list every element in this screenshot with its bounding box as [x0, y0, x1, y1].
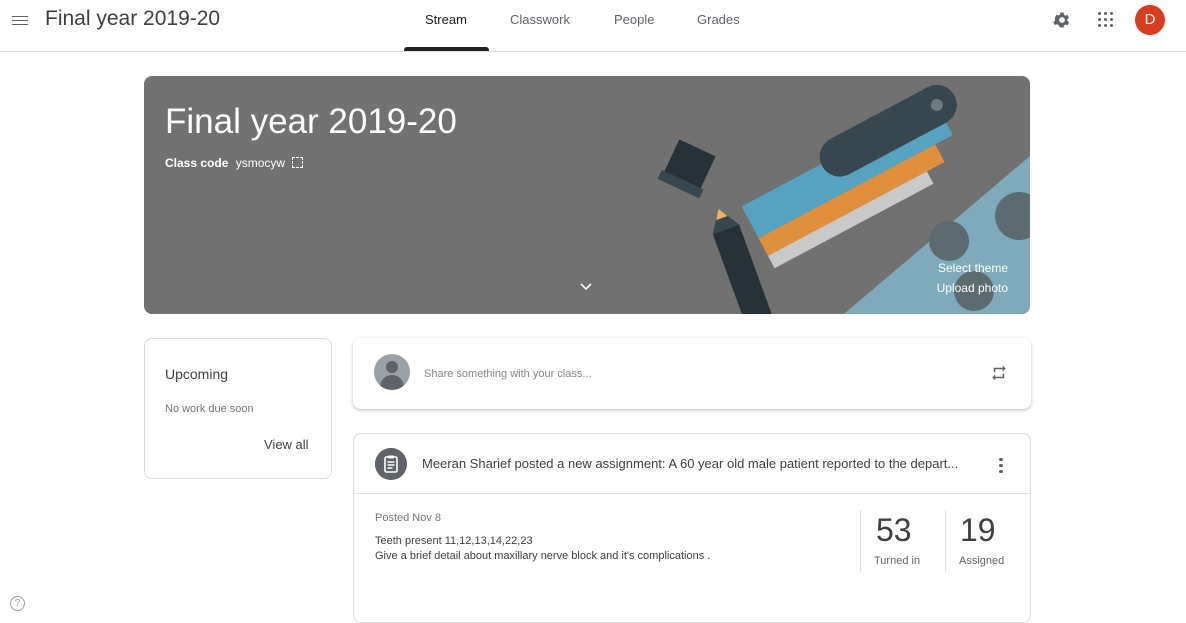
tab-people[interactable]: People [614, 12, 654, 27]
class-code-value: ysmocyw [235, 156, 286, 170]
view-all-link[interactable]: View all [264, 437, 309, 452]
turned-in-label: Turned in [874, 555, 921, 567]
tab-stream[interactable]: Stream [425, 12, 467, 27]
tab-classwork[interactable]: Classwork [510, 12, 570, 27]
gear-icon[interactable] [1052, 10, 1072, 30]
post-header[interactable]: Meeran Sharief posted a new assignment: … [354, 434, 1030, 494]
help-icon[interactable]: ? [10, 596, 25, 611]
turned-in-count[interactable]: 53 [876, 512, 912, 549]
class-code: Class code ysmocyw [165, 156, 304, 170]
chevron-down-icon[interactable] [580, 281, 592, 293]
banner-title: Final year 2019-20 [165, 102, 457, 141]
assignment-post[interactable]: Meeran Sharief posted a new assignment: … [353, 433, 1031, 623]
post-description-line: Give a brief detail about maxillary nerv… [375, 550, 711, 562]
assignment-icon [375, 448, 407, 480]
share-input[interactable]: Share something with your class... [424, 368, 592, 380]
class-banner: Final year 2019-20 Class code ysmocyw Se… [144, 76, 1030, 314]
fullscreen-icon[interactable] [292, 157, 304, 168]
share-box[interactable]: Share something with your class... [353, 338, 1031, 409]
upcoming-title: Upcoming [165, 366, 229, 382]
top-bar: Final year 2019-20 Stream Classwork Peop… [0, 0, 1186, 52]
menu-icon[interactable] [12, 13, 28, 27]
class-title[interactable]: Final year 2019-20 [45, 7, 220, 31]
more-options-icon[interactable] [999, 456, 1005, 474]
select-theme-link[interactable]: Select theme [938, 261, 1008, 275]
apps-grid-icon[interactable] [1098, 12, 1114, 28]
upcoming-card: Upcoming No work due soon View all [144, 338, 332, 479]
account-avatar[interactable]: D [1135, 5, 1165, 35]
tab-grades[interactable]: Grades [697, 12, 740, 27]
banner-illustration [657, 84, 1030, 314]
class-code-label: Class code [165, 156, 229, 170]
stat-divider [860, 510, 861, 572]
upload-photo-link[interactable]: Upload photo [937, 281, 1008, 295]
stat-divider [945, 510, 946, 572]
repost-icon[interactable] [990, 364, 1008, 382]
post-description-line: Teeth present 11,12,13,14,22,23 [375, 535, 533, 547]
user-avatar-icon [374, 354, 410, 390]
upcoming-empty-text: No work due soon [165, 403, 254, 415]
active-tab-indicator [404, 47, 489, 51]
assigned-label: Assigned [959, 555, 1005, 567]
post-title[interactable]: Meeran Sharief posted a new assignment: … [422, 456, 958, 471]
posted-date: Posted Nov 8 [375, 512, 442, 524]
assigned-count[interactable]: 19 [960, 512, 996, 549]
